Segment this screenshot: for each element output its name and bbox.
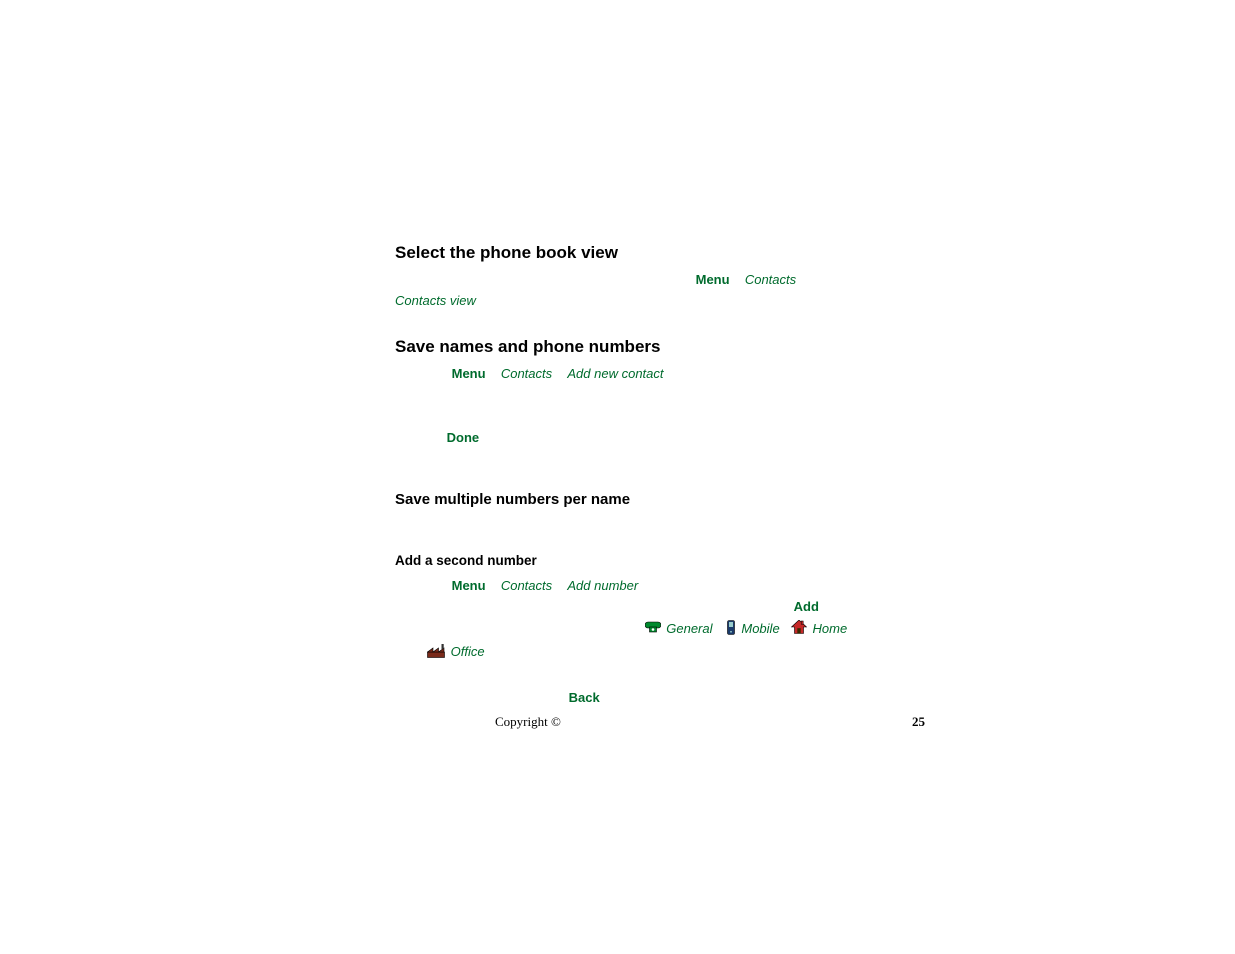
paragraph: Done	[395, 429, 935, 447]
ui-label-home: Home	[813, 621, 848, 636]
ui-label-mobile: Mobile	[741, 621, 779, 636]
menu-label-add: Add	[794, 599, 819, 614]
ui-label-office: Office	[451, 644, 485, 659]
copyright-text: Copyright ©	[495, 714, 561, 730]
ui-label-contacts: Contacts	[501, 578, 552, 593]
paragraph: Menu Contacts Add new contact	[395, 365, 935, 383]
paragraph: Menu Contacts	[395, 271, 935, 289]
mobile-icon	[726, 620, 736, 640]
ui-label-contacts-view: Contacts view	[395, 293, 476, 308]
page-number: 25	[912, 714, 925, 730]
phone-icon	[645, 620, 661, 639]
ui-label-add-new-contact: Add new contact	[567, 366, 663, 381]
heading-add-second-number: Add a second number	[395, 552, 935, 570]
document-page: Select the phone book view Menu Contacts…	[395, 242, 935, 710]
home-icon	[791, 620, 807, 639]
heading-save-names: Save names and phone numbers	[395, 336, 935, 359]
ui-label-general: General	[666, 621, 712, 636]
factory-icon	[427, 643, 445, 663]
paragraph: Contacts view	[395, 292, 935, 310]
menu-label-done: Done	[447, 430, 480, 445]
paragraph: Add	[395, 598, 935, 616]
heading-save-multiple: Save multiple numbers per name	[395, 490, 935, 510]
ui-label-contacts: Contacts	[745, 272, 796, 287]
heading-select-phone-book-view: Select the phone book view	[395, 242, 935, 265]
menu-label: Menu	[452, 366, 486, 381]
ui-label-add-number: Add number	[567, 578, 638, 593]
menu-label: Menu	[452, 578, 486, 593]
menu-label: Menu	[696, 272, 730, 287]
menu-label-back: Back	[569, 690, 600, 705]
number-types-line-2: Office	[395, 643, 935, 663]
ui-label-contacts: Contacts	[501, 366, 552, 381]
paragraph: Back	[395, 689, 935, 707]
paragraph: Menu Contacts Add number	[395, 577, 935, 595]
number-types-line: General Mobile Home	[395, 620, 935, 640]
